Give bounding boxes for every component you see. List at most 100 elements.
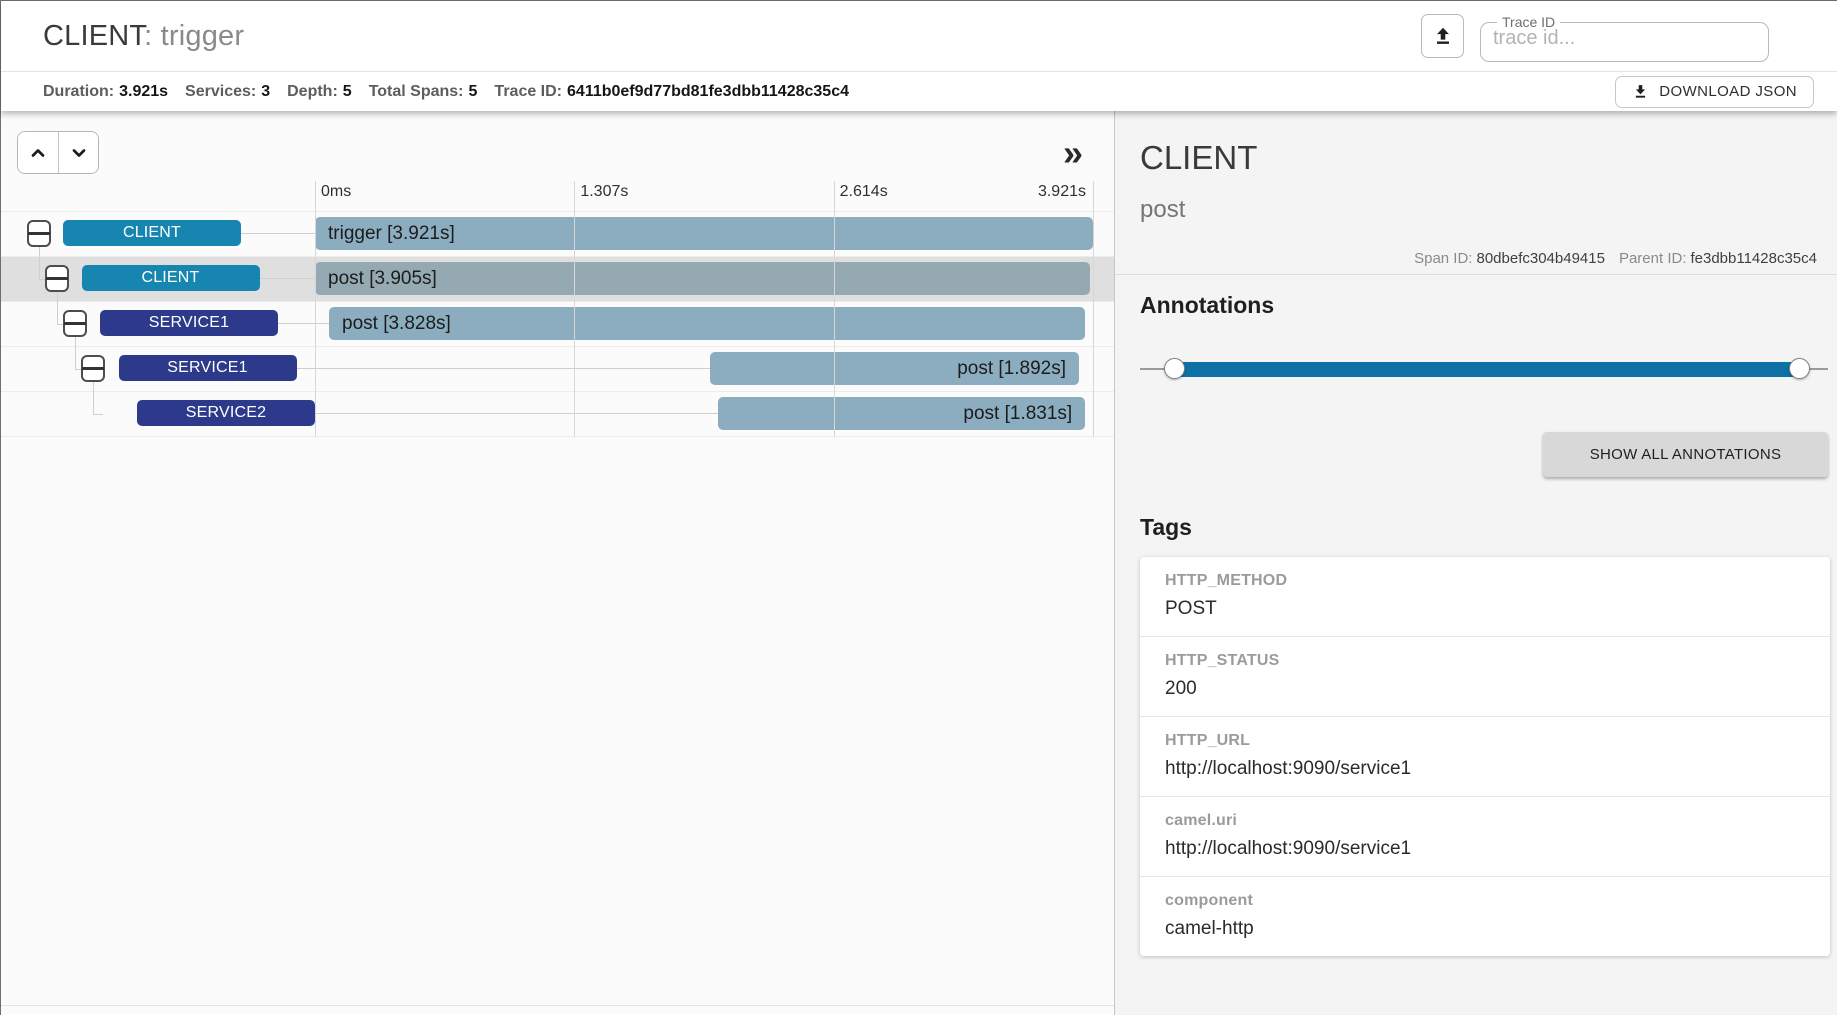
show-all-annotations-button[interactable]: SHOW ALL ANNOTATIONS: [1543, 432, 1828, 477]
detail-service-name: CLIENT: [1140, 139, 1257, 177]
timeline-gridline: [1093, 181, 1094, 437]
span-rows: CLIENT trigger [3.921s] CLIENT post [3.905s…: [1, 211, 1114, 437]
timeline-panel: » 0ms1.307s2.614s3.921s CLIENTtrigger [3…: [1, 111, 1114, 1015]
span-bar-label: post [1.892s]: [957, 358, 1066, 380]
top-toolbar: CLIENT: trigger Trace ID: [1, 1, 1837, 72]
trace-id-fieldset: Trace ID: [1480, 14, 1769, 62]
download-json-button[interactable]: DOWNLOAD JSON: [1615, 76, 1814, 108]
span-duration-bar[interactable]: post [1.831s]: [718, 397, 1085, 430]
service-badge[interactable]: SERVICE1: [100, 310, 278, 336]
collapse-toggle[interactable]: [27, 220, 51, 247]
download-json-label: DOWNLOAD JSON: [1659, 83, 1797, 100]
slider-handle-right[interactable]: [1789, 358, 1810, 379]
badge-bar-connector: [278, 323, 329, 324]
span-bar-label: post [3.828s]: [342, 313, 451, 335]
chevron-down-icon: [69, 143, 89, 163]
parent-id-label: Parent ID:: [1619, 250, 1687, 267]
span-bar-label: post [3.905s]: [328, 268, 437, 290]
tag-value: 200: [1165, 678, 1810, 700]
span-duration-bar[interactable]: post [3.828s]: [329, 307, 1085, 340]
tree-connector-vertical: [75, 337, 76, 369]
next-span-button[interactable]: [58, 132, 98, 173]
download-icon: [1632, 83, 1649, 100]
timeline-gridline: [834, 181, 835, 437]
service-badge[interactable]: SERVICE1: [119, 355, 297, 381]
badge-bar-connector: [315, 413, 718, 414]
timeline-tick-label: 2.614s: [840, 183, 888, 201]
double-chevron-right-icon[interactable]: »: [1063, 135, 1083, 171]
timeline-gridline: [315, 181, 316, 437]
badge-bar-connector: [241, 233, 315, 234]
span-bar-label: post [1.831s]: [963, 403, 1072, 425]
tree-connector-vertical: [93, 382, 94, 414]
summary-item-label: Duration:: [43, 83, 114, 100]
span-id-label: Span ID:: [1414, 250, 1472, 267]
chevron-up-icon: [28, 143, 48, 163]
tag-row: camel.uri http://localhost:9090/service1: [1140, 797, 1830, 877]
tag-key: HTTP_STATUS: [1165, 652, 1810, 670]
badge-bar-connector: [260, 278, 316, 279]
span-ids: Span ID:80dbefc304b49415 Parent ID:fe3dbb…: [1414, 250, 1817, 267]
tree-connector-vertical: [57, 292, 58, 324]
header: CLIENT: trigger Trace ID Duration: 3.921s…: [1, 1, 1837, 111]
app-window: CLIENT: trigger Trace ID Duration: 3.921s…: [0, 0, 1837, 1015]
annotations-heading: Annotations: [1140, 292, 1274, 319]
detail-divider: [1115, 274, 1837, 275]
service-badge[interactable]: SERVICE2: [137, 400, 315, 426]
tag-key: camel.uri: [1165, 812, 1810, 830]
upload-trace-button[interactable]: [1421, 14, 1464, 58]
tag-value: POST: [1165, 598, 1810, 620]
timeline-tick-label: 1.307s: [580, 183, 628, 201]
tag-value: http://localhost:9090/service1: [1165, 838, 1810, 860]
collapse-toggle[interactable]: [63, 310, 87, 337]
tags-card: HTTP_METHODPOSTHTTP_STATUS200HTTP_URLhtt…: [1140, 557, 1830, 956]
tag-key: HTTP_METHOD: [1165, 572, 1810, 590]
timeline-gridline: [574, 181, 575, 437]
summary-item-value: 3: [261, 83, 270, 100]
summary-item: Duration: 3.921s: [43, 83, 168, 101]
span-bar-label: trigger [3.921s]: [328, 223, 455, 245]
tree-connector-vertical: [39, 247, 40, 279]
summary-item-label: Total Spans:: [369, 83, 464, 100]
summary-item-value: 3.921s: [119, 83, 168, 100]
badge-bar-connector: [297, 368, 711, 369]
title-separator: :: [144, 20, 161, 52]
summary-item-value: 5: [343, 83, 352, 100]
trace-id-input[interactable]: [1491, 26, 1758, 51]
summary-item-label: Services:: [185, 83, 256, 100]
tags-heading: Tags: [1140, 514, 1192, 541]
page-title: CLIENT: trigger: [43, 20, 244, 53]
panel-divider: [1114, 111, 1115, 1015]
span-detail-panel: CLIENT post Span ID:80dbefc304b49415Pare…: [1115, 111, 1837, 1015]
collapse-toggle[interactable]: [81, 355, 105, 382]
tag-key: HTTP_URL: [1165, 732, 1810, 750]
span-duration-bar[interactable]: post [3.905s]: [315, 262, 1090, 295]
span-duration-bar[interactable]: post [1.892s]: [710, 352, 1079, 385]
tag-row: HTTP_URLhttp://localhost:9090/service1: [1140, 717, 1830, 797]
prev-span-button[interactable]: [18, 132, 58, 173]
summary-item: Depth: 5: [287, 83, 352, 101]
span-duration-bar[interactable]: trigger [3.921s]: [315, 217, 1093, 250]
span-nav-buttons: [17, 131, 99, 174]
annotations-range-slider: [1140, 356, 1828, 382]
slider-handle-left[interactable]: [1164, 358, 1185, 379]
summary-item: Trace ID: 6411b0ef9d77bd81fe3dbb11428c35c…: [494, 83, 849, 101]
tag-row: HTTP_METHOD POST: [1140, 557, 1830, 637]
summary-item-label: Trace ID:: [494, 83, 562, 100]
trace-service-name: CLIENT: [43, 20, 144, 52]
collapse-toggle[interactable]: [45, 265, 69, 292]
summary-item-label: Depth:: [287, 83, 338, 100]
timeline-tick-label: 0ms: [321, 183, 351, 201]
tree-connector-horizontal: [93, 414, 103, 415]
span-id-value: 80dbefc304b49415: [1476, 250, 1604, 267]
slider-selected-range[interactable]: [1174, 362, 1800, 377]
parent-id-value: fe3dbb11428c35c4: [1690, 250, 1817, 267]
summary-item: Total Spans: 5: [369, 83, 478, 101]
summary-bar: Duration:3.921sServices:3Depth:5Total Sp…: [1, 72, 1837, 111]
service-badge[interactable]: CLIENT: [63, 220, 241, 246]
summary-item-value: 5: [469, 83, 478, 100]
summary-item: Services: 3: [185, 83, 270, 101]
summary-item-value: 6411b0ef9d77bd81fe3dbb11428c35c4: [567, 83, 849, 100]
summary-items: Duration:3.921sServices:3Depth:5Total Sp…: [43, 83, 849, 101]
service-badge[interactable]: CLIENT: [82, 265, 260, 291]
